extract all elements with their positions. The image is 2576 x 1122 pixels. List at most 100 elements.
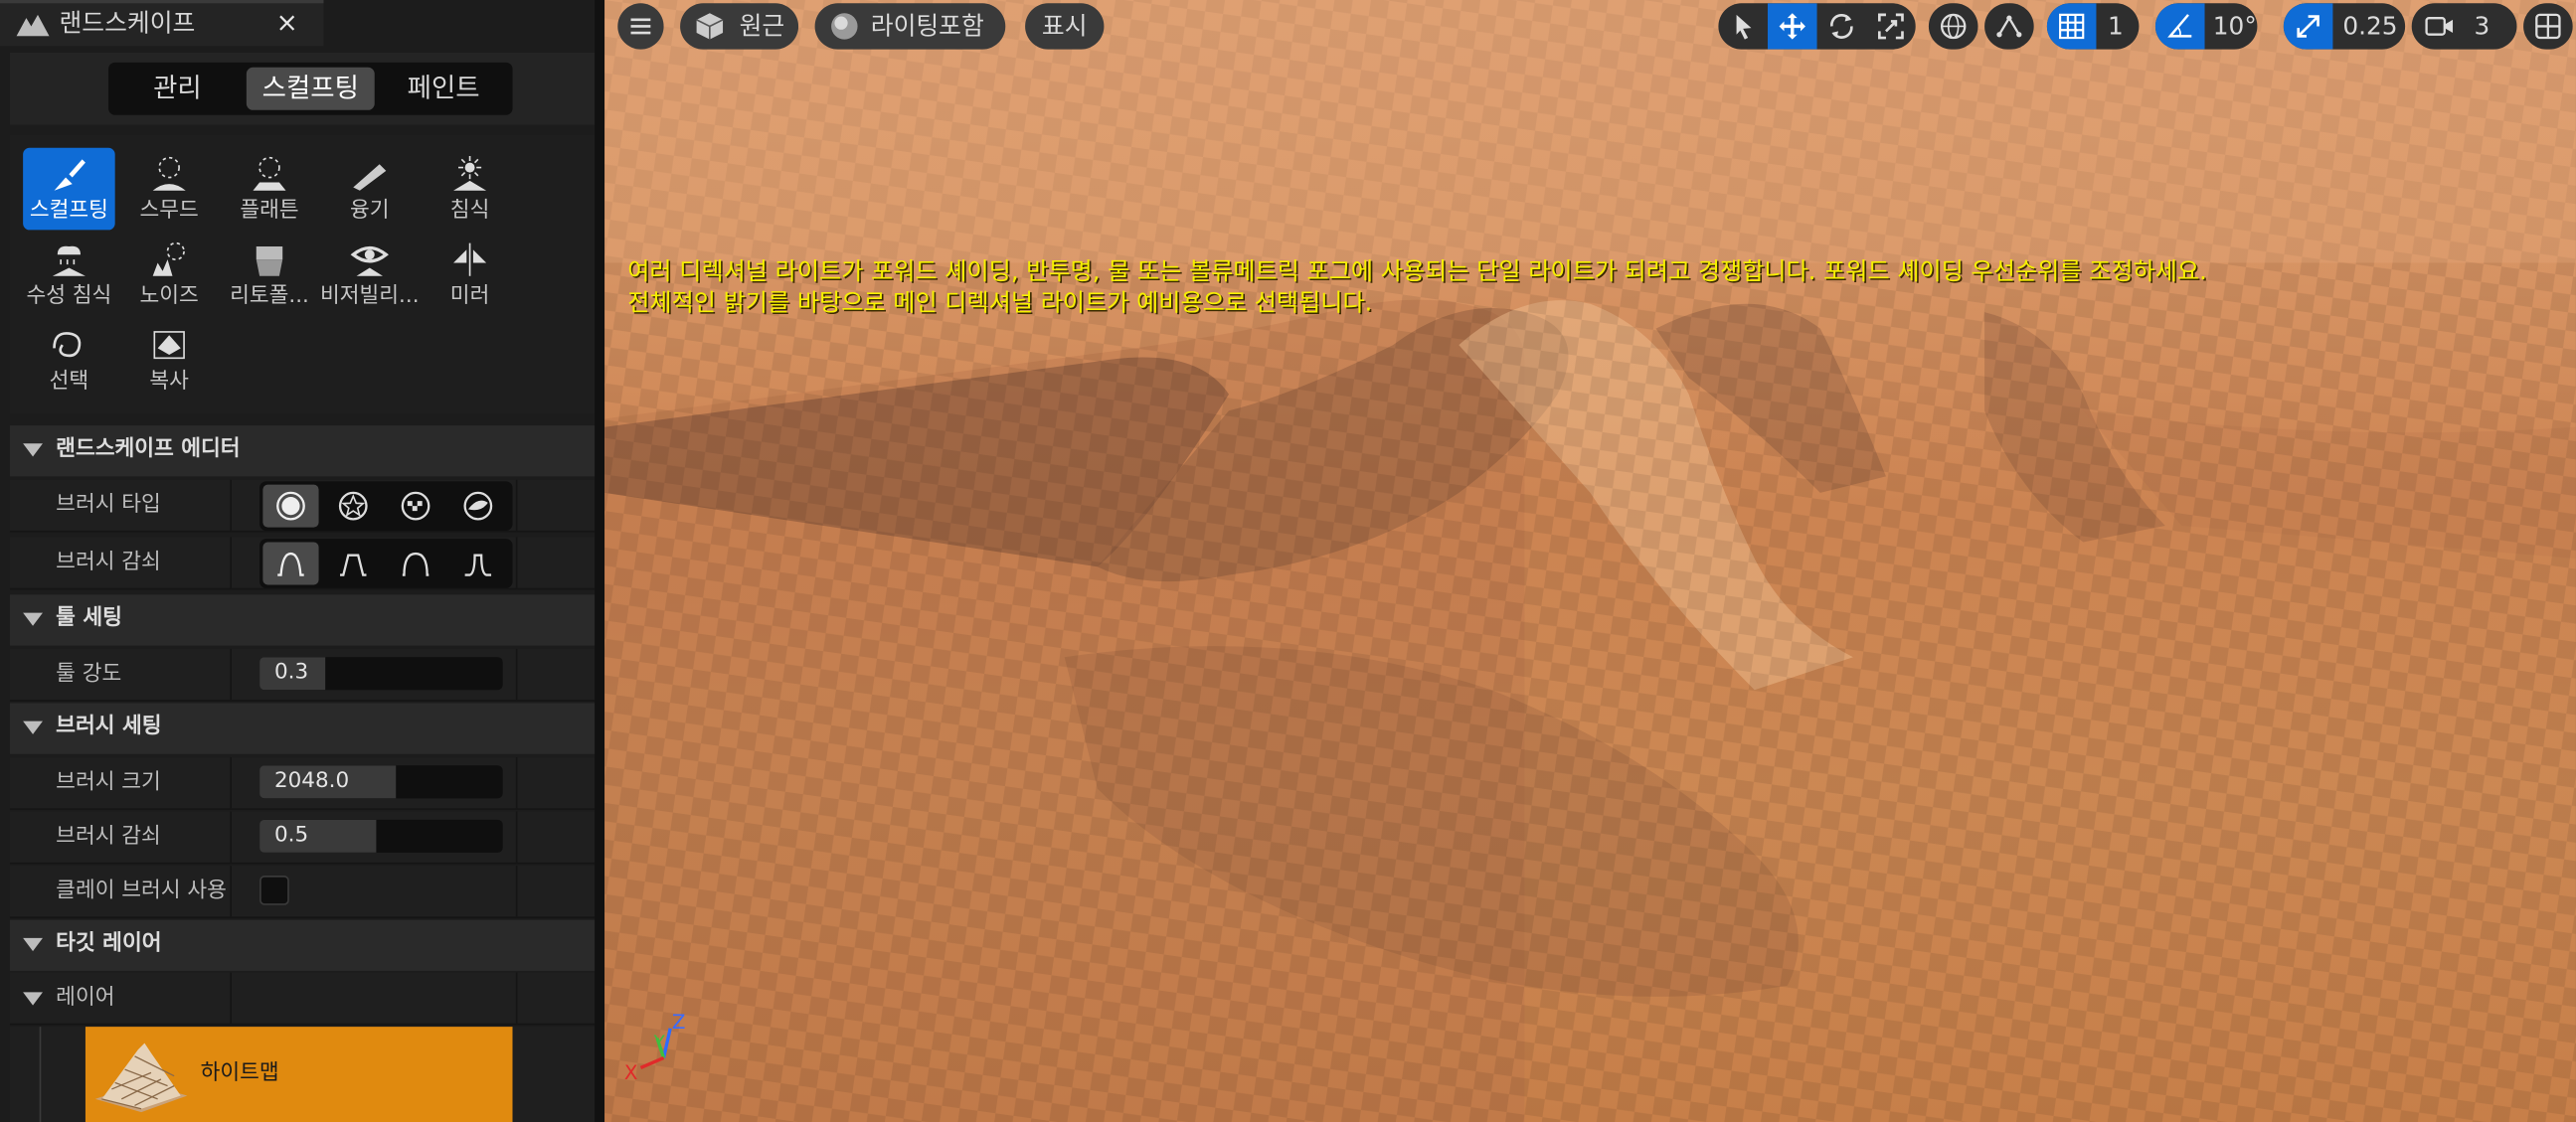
falloff-smooth[interactable]: [262, 542, 319, 585]
tool-select[interactable]: 선택: [23, 319, 115, 401]
close-icon[interactable]: ×: [276, 7, 298, 40]
tool-erosion[interactable]: 침식: [424, 148, 516, 231]
scale-snap-toggle[interactable]: [2283, 3, 2333, 50]
scale-snap-value[interactable]: 0.25: [2342, 3, 2397, 49]
tool-label: 미러: [449, 283, 490, 309]
component-brush-icon: [463, 491, 493, 521]
column-divider: [230, 972, 232, 1024]
brush-size-input[interactable]: 2048.0: [259, 765, 503, 799]
brush-falloff-input[interactable]: 0.5: [259, 819, 503, 853]
tool-sculpt[interactable]: 스컬프팅: [23, 147, 115, 231]
coordinate-system-button[interactable]: [1928, 3, 1978, 50]
viewport-layout-button[interactable]: [2523, 3, 2573, 50]
row-layers[interactable]: 레이어: [9, 972, 596, 1026]
panel-splitter[interactable]: [595, 0, 605, 1122]
tool-hydro-erosion[interactable]: 수성 침식: [23, 234, 115, 316]
brush-type-circle[interactable]: [262, 484, 319, 528]
perspective-button[interactable]: 원근: [680, 3, 799, 50]
falloff-linear[interactable]: [325, 542, 381, 584]
copy-icon: [153, 331, 185, 360]
show-label: 표시: [1041, 11, 1088, 42]
camera-speed-group[interactable]: 3: [2411, 3, 2517, 50]
visibility-icon: [350, 245, 389, 276]
show-button[interactable]: 표시: [1025, 3, 1105, 50]
section-tool-settings[interactable]: 툴 세팅: [9, 594, 596, 646]
clay-brush-checkbox[interactable]: [259, 876, 289, 905]
tool-label: 비저빌리...: [320, 283, 420, 309]
column-divider: [515, 811, 518, 863]
tree-line: [39, 1027, 42, 1122]
tab-manage[interactable]: 관리: [115, 68, 241, 110]
section-title: 툴 세팅: [56, 605, 122, 631]
section-brush-settings[interactable]: 브러시 세팅: [9, 703, 596, 754]
tool-noise[interactable]: 노이즈: [123, 234, 216, 316]
surface-snapping-button[interactable]: [1984, 3, 2034, 49]
layer-row-right: [512, 1027, 596, 1122]
flatten-icon: [253, 156, 286, 191]
tab-sculpt[interactable]: 스컬프팅: [246, 67, 375, 110]
falloff-spherical[interactable]: [388, 542, 443, 584]
brush-type-pattern[interactable]: [388, 485, 443, 528]
falloff-tip[interactable]: [450, 542, 506, 584]
camera-speed-value: 3: [2474, 11, 2490, 42]
landscape-mountain-icon: [16, 14, 50, 37]
tool-strength-input[interactable]: 0.3: [259, 657, 503, 691]
column-divider: [230, 537, 232, 588]
grid-snap-value[interactable]: 1: [2108, 3, 2124, 49]
tool-smooth[interactable]: 스무드: [123, 148, 216, 231]
brush-type-alpha[interactable]: [325, 485, 381, 528]
axis-y-label: Y: [653, 1033, 666, 1053]
tool-mirror[interactable]: 미러: [424, 234, 516, 316]
panel-tab[interactable]: 랜드스케이프 ×: [0, 0, 324, 47]
tab-paint[interactable]: 페인트: [381, 68, 506, 110]
tool-copy[interactable]: 복사: [123, 319, 216, 401]
tool-retopologize[interactable]: 리토폴...: [224, 234, 316, 316]
row-clay-brush: 클레이 브러시 사용: [9, 866, 596, 919]
globe-icon: [1940, 13, 1967, 40]
column-divider: [515, 479, 518, 531]
tool-ramp[interactable]: 융기: [324, 148, 417, 231]
world-space-button[interactable]: [1929, 3, 1978, 49]
section-title: 브러시 세팅: [56, 715, 162, 739]
brush-falloff-label: 브러시 감쇠: [56, 550, 161, 575]
view-mode-button[interactable]: 라이팅포함: [814, 3, 1006, 50]
circle-brush-icon: [276, 491, 305, 521]
section-landscape-editor[interactable]: 랜드스케이프 에디터: [9, 425, 596, 477]
section-target-layers[interactable]: 타깃 레이어: [9, 919, 596, 971]
camera-speed-button[interactable]: [2415, 3, 2465, 49]
column-divider: [515, 972, 518, 1024]
brush-type-component[interactable]: [450, 485, 506, 528]
rotation-snap-toggle[interactable]: [2154, 3, 2205, 50]
layer-name: 하이트맵: [200, 1060, 279, 1086]
select-mode-button[interactable]: [1718, 3, 1768, 49]
tool-label: 융기: [350, 199, 390, 224]
axis-z-label: Z: [672, 1011, 686, 1034]
viewport-menu-button[interactable]: [617, 3, 664, 50]
tool-label: 플래튼: [240, 199, 299, 224]
tool-flatten[interactable]: 플래튼: [224, 148, 316, 231]
scale-mode-button[interactable]: [1866, 3, 1916, 49]
scale-arrow-icon: [2297, 15, 2319, 38]
column-divider: [515, 648, 518, 701]
rotation-snap-value[interactable]: 10°: [2213, 3, 2257, 49]
hydro-erosion-icon: [52, 245, 86, 276]
surface-snap-button[interactable]: [1984, 3, 2034, 50]
column-divider: [230, 757, 232, 809]
column-divider: [230, 811, 232, 863]
collapse-triangle-icon: [23, 992, 43, 1006]
level-viewport[interactable]: 원근 라이팅포함 표시 1 10° 0.25 3 여러 디렉셔널 라이트가 포워…: [604, 0, 2576, 1122]
collapse-triangle-icon: [23, 721, 43, 734]
rotation-snap-group: 10°: [2154, 3, 2258, 50]
lit-sphere-icon: [831, 13, 858, 40]
erosion-icon: [453, 156, 487, 191]
noise-icon: [152, 241, 185, 276]
layout-toggle[interactable]: [2523, 3, 2573, 49]
tool-visibility[interactable]: 비저빌리...: [320, 234, 420, 316]
row-brush-falloff: 브러시 감쇠 0.5: [9, 811, 596, 865]
grid-snap-toggle[interactable]: [2046, 3, 2097, 50]
layer-item-heightmap[interactable]: 하이트맵: [85, 1027, 513, 1122]
select-icon: [53, 332, 82, 358]
translate-mode-button[interactable]: [1767, 3, 1817, 50]
rotate-mode-button[interactable]: [1817, 3, 1867, 49]
alpha-brush-icon: [338, 491, 368, 521]
